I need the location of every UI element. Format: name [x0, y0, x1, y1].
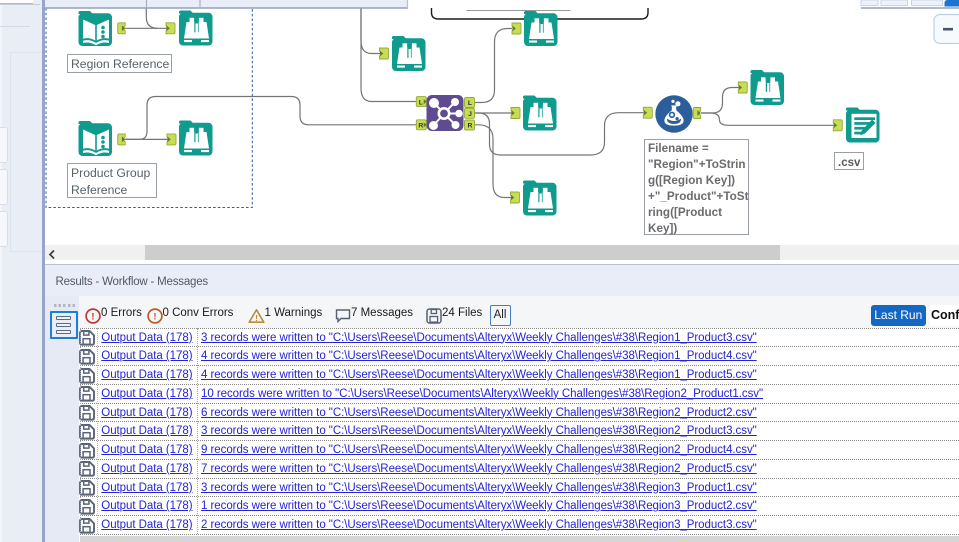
- svg-text:L: L: [418, 99, 422, 106]
- svg-text:J: J: [468, 111, 472, 118]
- svg-text:!: !: [91, 311, 94, 322]
- svg-text:R: R: [467, 123, 472, 130]
- svg-text:L: L: [467, 100, 471, 107]
- svg-text:R: R: [418, 123, 423, 130]
- svg-text:!: !: [153, 311, 156, 322]
- svg-text:!: !: [255, 313, 258, 323]
